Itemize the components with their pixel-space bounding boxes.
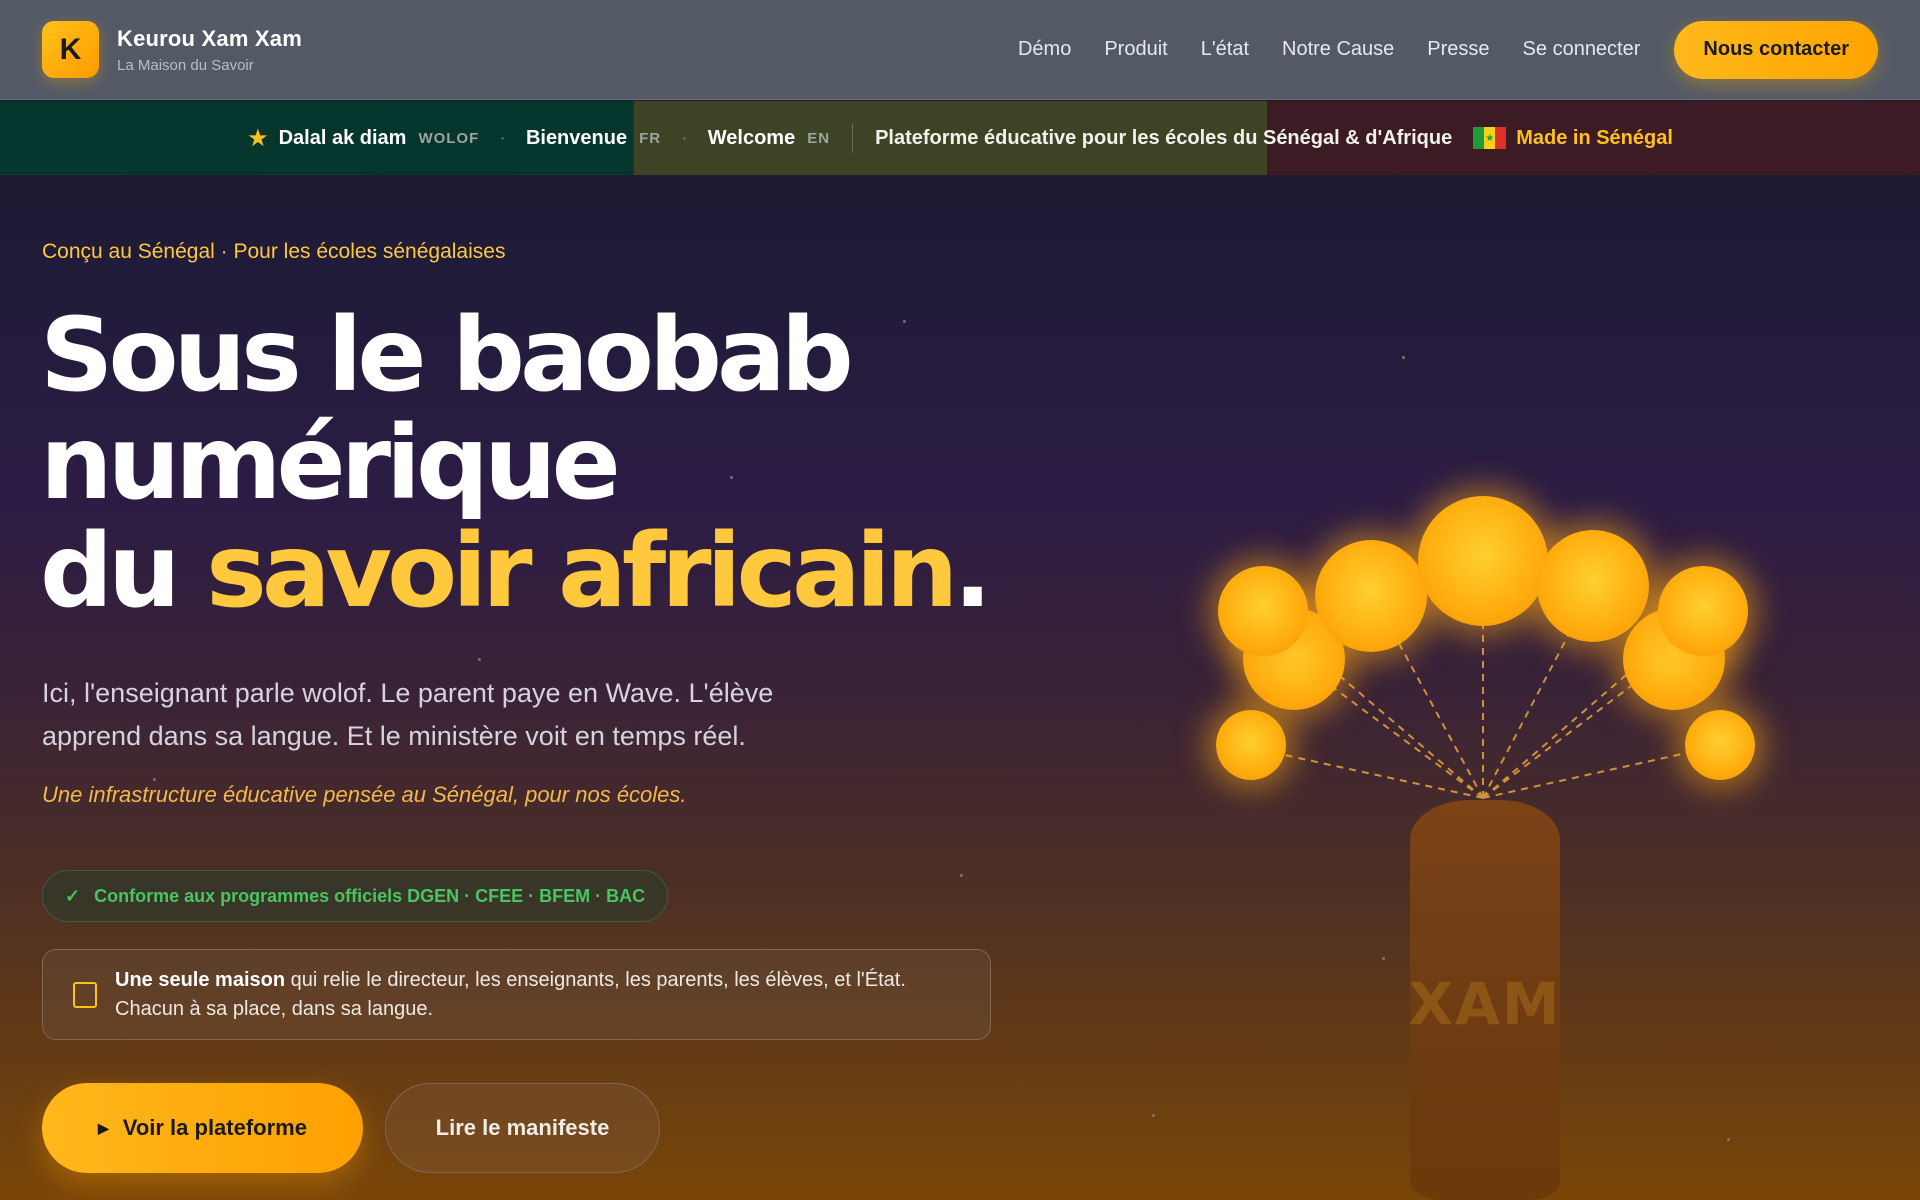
light-orb (1216, 710, 1286, 780)
headline-prefix: du (40, 512, 207, 631)
hero-quote: Une infrastructure éducative pensée au S… (42, 782, 687, 807)
main-nav: Démo Produit L'état Notre Cause Presse S… (1018, 20, 1878, 79)
light-orb (1418, 496, 1548, 626)
view-platform-button[interactable]: ▶ Voir la plateforme (42, 1083, 363, 1173)
read-manifesto-button[interactable]: Lire le manifeste (385, 1083, 660, 1173)
book-icon (73, 981, 97, 1008)
play-icon: ▶ (98, 1119, 109, 1136)
nav-presse[interactable]: Presse (1427, 38, 1489, 61)
headline-suffix: . (953, 512, 992, 631)
hero-headline: Sous le baobab numérique du savoir afric… (40, 296, 992, 626)
trunk-label: XAM (1408, 970, 1562, 1038)
sky-star (478, 658, 481, 661)
callout-bold: Une seule maison (115, 968, 286, 991)
logo[interactable]: K (42, 21, 99, 78)
sky-star (1402, 356, 1405, 359)
brand: Keurou Xam Xam La Maison du Savoir (117, 26, 302, 74)
nav-produit[interactable]: Produit (1104, 38, 1167, 61)
light-orb (1537, 530, 1649, 642)
star-icon: ★ (247, 124, 269, 152)
headline-line-2: numérique (40, 404, 621, 523)
light-orb (1658, 566, 1748, 656)
ribbon-tagline: Plateforme éducative pour les écoles du … (875, 126, 1453, 149)
conformity-text: Conforme aux programmes officiels DGEN ·… (94, 885, 646, 906)
nav-demo[interactable]: Démo (1018, 38, 1071, 61)
light-orb (1315, 540, 1427, 652)
made-in-senegal: Made in Sénégal (1516, 126, 1673, 149)
light-orb (1218, 566, 1308, 656)
lang-tag-wolof: WOLOF (418, 129, 480, 147)
top-nav-bar: K Keurou Xam Xam La Maison du Savoir Dém… (0, 0, 1920, 100)
single-house-callout: Une seule maison qui relie le directeur,… (42, 949, 991, 1040)
ribbon-divider (852, 123, 854, 153)
brand-subtitle: La Maison du Savoir (117, 56, 254, 74)
light-orb (1685, 710, 1755, 780)
view-platform-label: Voir la plateforme (122, 1115, 307, 1140)
nav-login[interactable]: Se connecter (1523, 38, 1641, 61)
lang-tag-fr: FR (639, 129, 662, 147)
hero-eyebrow: Conçu au Sénégal · Pour les écoles sénég… (42, 240, 506, 263)
separator-dot: · (681, 126, 688, 149)
headline-line-1: Sous le baobab (40, 296, 854, 415)
greeting-ribbon: ★ Dalal ak diam WOLOF · Bienvenue FR · W… (0, 101, 1920, 175)
nav-notre-cause[interactable]: Notre Cause (1282, 38, 1394, 61)
greeting-fr: Bienvenue (525, 126, 628, 149)
brand-name: Keurou Xam Xam (117, 25, 302, 51)
contact-button[interactable]: Nous contacter (1674, 20, 1878, 79)
headline-line-3: du savoir africain. (40, 518, 992, 626)
hero-lead: Ici, l'enseignant parle wolof. Le parent… (42, 678, 774, 751)
nav-etat[interactable]: L'état (1201, 38, 1249, 61)
baobab-illustration: XAM (1180, 470, 1800, 1200)
sky-star (1152, 1114, 1155, 1117)
headline-accent: savoir africain (206, 512, 958, 631)
conformity-badge: ✓ Conforme aux programmes officiels DGEN… (42, 870, 669, 922)
check-icon: ✓ (65, 885, 81, 906)
separator-dot: · (499, 126, 506, 149)
sky-star (153, 778, 156, 781)
callout-text: Une seule maison qui relie le directeur,… (115, 966, 960, 1024)
greeting-en: Welcome (707, 126, 796, 149)
senegal-flag-icon: ★ (1473, 127, 1507, 149)
sky-star (960, 874, 963, 877)
greeting-wolof: Dalal ak diam (278, 126, 407, 149)
lang-tag-en: EN (807, 129, 831, 147)
